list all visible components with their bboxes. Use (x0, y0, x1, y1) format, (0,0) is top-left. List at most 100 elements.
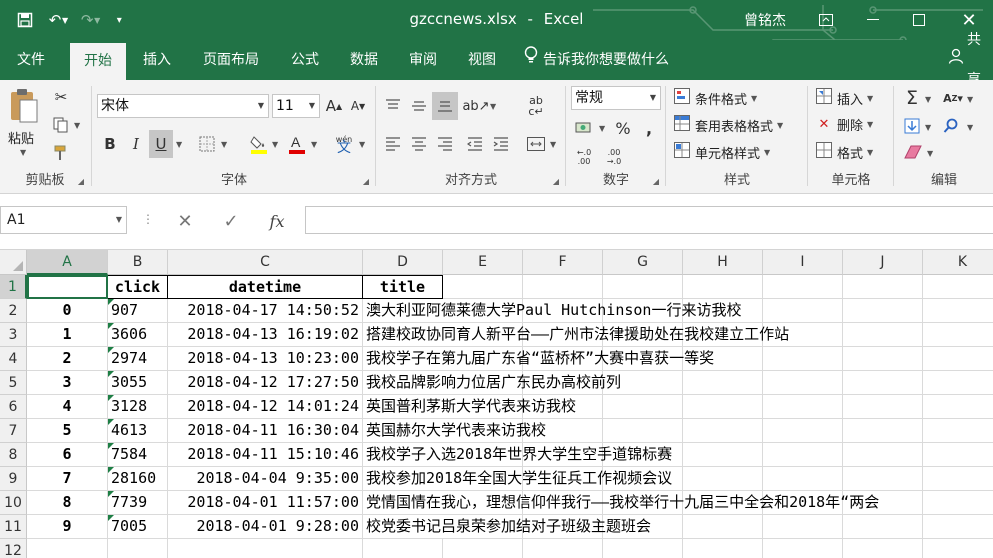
underline-button[interactable]: U (149, 130, 173, 158)
cell-click[interactable]: 7739 (108, 491, 168, 515)
cell-datetime[interactable]: 2018-04-12 14:01:24 (168, 395, 363, 419)
cell-click[interactable]: 2974 (108, 347, 168, 371)
grid-cell[interactable] (923, 323, 993, 347)
cell-styles-button[interactable]: 单元格样式 ▼ (673, 142, 770, 162)
align-left-icon[interactable] (381, 132, 405, 156)
grid-cell[interactable] (763, 275, 843, 299)
font-size-select[interactable]: 11 ▼ (272, 94, 320, 118)
grid-cell[interactable] (923, 515, 993, 539)
align-center-icon[interactable] (407, 132, 431, 156)
grid-cell[interactable] (763, 371, 843, 395)
grid-cell[interactable] (923, 467, 993, 491)
cell-index[interactable]: 4 (27, 395, 108, 419)
orientation-icon[interactable]: ab↗ (462, 94, 489, 118)
grid-cell[interactable] (843, 539, 923, 558)
grid-cell[interactable] (843, 515, 923, 539)
cell-click[interactable]: 907 (108, 299, 168, 323)
grid-cell[interactable] (683, 371, 763, 395)
row-header-4[interactable]: 4 (0, 347, 27, 371)
ribbon-display-options-icon[interactable] (803, 0, 849, 40)
cell-datetime[interactable]: 2018-04-01 9:28:00 (168, 515, 363, 539)
tab-file[interactable]: 文件 (4, 40, 58, 80)
grid-cell[interactable] (843, 419, 923, 443)
user-name[interactable]: 曾铭杰 (744, 10, 786, 30)
column-header-f[interactable]: F (523, 250, 603, 275)
cell-index[interactable]: 2 (27, 347, 108, 371)
cell-datetime[interactable]: 2018-04-13 10:23:00 (168, 347, 363, 371)
cell-title[interactable]: 党情国情在我心，理想信仰伴我行——我校举行十九届三中全会和2018年“两会 (363, 491, 879, 515)
align-bottom-icon[interactable] (432, 92, 458, 120)
cell-datetime[interactable]: 2018-04-11 16:30:04 (168, 419, 363, 443)
number-launcher-icon[interactable]: ◢ (653, 177, 659, 186)
cell-index[interactable]: 0 (27, 299, 108, 323)
grid-cell[interactable] (763, 515, 843, 539)
column-header-k[interactable]: K (923, 250, 993, 275)
grid-cell[interactable] (923, 299, 993, 323)
row-header-2[interactable]: 2 (0, 299, 27, 323)
cell-title[interactable]: 搭建校政协同育人新平台——广州市法律援助处在我校建立工作站 (363, 323, 789, 347)
grid-cell[interactable] (763, 467, 843, 491)
grid-cell[interactable] (923, 371, 993, 395)
cut-icon[interactable]: ✂ (50, 86, 72, 108)
italic-button[interactable]: I (125, 132, 147, 156)
cell-click[interactable]: 3055 (108, 371, 168, 395)
grid-cell[interactable] (923, 275, 993, 299)
tab-data[interactable]: 数据 (338, 40, 390, 80)
grid-cell[interactable] (523, 275, 603, 299)
grid-cell[interactable] (763, 395, 843, 419)
accounting-format-icon[interactable] (571, 116, 597, 140)
grid-cell[interactable] (843, 347, 923, 371)
format-as-table-button[interactable]: 套用表格格式 ▼ (673, 115, 783, 135)
cell-datetime[interactable]: 2018-04-11 15:10:46 (168, 443, 363, 467)
cell-title[interactable]: 我校学子在第九届广东省“蓝桥杯”大赛中喜获一等奖 (363, 347, 714, 371)
grid-cell[interactable] (683, 467, 763, 491)
formula-bar-grip-icon[interactable]: ⋮ (142, 212, 154, 226)
align-middle-icon[interactable] (407, 94, 431, 118)
clear-icon[interactable] (901, 140, 925, 164)
find-select-icon[interactable] (939, 114, 963, 138)
clipboard-launcher-icon[interactable]: ◢ (78, 177, 84, 186)
column-header-b[interactable]: B (108, 250, 168, 275)
font-launcher-icon[interactable]: ◢ (363, 177, 369, 186)
number-format-dropdown-icon[interactable]: ▼ (646, 87, 660, 109)
cell-title[interactable]: 英国赫尔大学代表来访我校 (363, 419, 546, 443)
decrease-font-size-icon[interactable]: A ▼ (347, 94, 369, 118)
comma-style-icon[interactable]: , (639, 116, 659, 140)
grid-cell[interactable] (683, 539, 763, 558)
tab-review[interactable]: 审阅 (397, 40, 449, 80)
row-header-3[interactable]: 3 (0, 323, 27, 347)
minimize-icon[interactable] (850, 0, 896, 40)
cell-datetime[interactable]: 2018-04-01 11:57:00 (168, 491, 363, 515)
underline-dropdown-icon[interactable]: ▼ (176, 140, 182, 149)
borders-dropdown-icon[interactable]: ▼ (221, 140, 227, 149)
borders-icon[interactable] (195, 132, 219, 156)
cell-click[interactable]: 3128 (108, 395, 168, 419)
cell-datetime[interactable]: 2018-04-12 17:27:50 (168, 371, 363, 395)
column-header-a[interactable]: A (27, 250, 108, 275)
grid-cell[interactable] (923, 491, 993, 515)
name-box-dropdown-icon[interactable]: ▼ (116, 207, 122, 233)
font-name-select[interactable]: 宋体 ▼ (97, 94, 269, 118)
maximize-icon[interactable] (896, 0, 942, 40)
cell-click[interactable]: 7584 (108, 443, 168, 467)
grid-cell[interactable] (843, 323, 923, 347)
tab-page-layout[interactable]: 页面布局 (190, 40, 272, 80)
cell-a1[interactable] (27, 275, 108, 299)
phonetic-guide-button[interactable]: wén 文 (331, 130, 357, 158)
cell-title[interactable]: 我校参加2018年全国大学生征兵工作视频会议 (363, 467, 672, 491)
fill-color-icon[interactable] (247, 130, 271, 158)
grid-cell[interactable] (763, 299, 843, 323)
accounting-dropdown-icon[interactable]: ▼ (599, 124, 605, 133)
grid-cell[interactable] (923, 419, 993, 443)
cell-header-click[interactable]: click (108, 275, 168, 299)
grid-cell[interactable] (683, 275, 763, 299)
cell-index[interactable]: 1 (27, 323, 108, 347)
cell-index[interactable]: 5 (27, 419, 108, 443)
grid-cell[interactable] (683, 515, 763, 539)
tab-formulas[interactable]: 公式 (280, 40, 330, 80)
insert-cells-button[interactable]: 插入 ▼ (815, 88, 873, 108)
grid-cell[interactable] (763, 539, 843, 558)
format-painter-icon[interactable] (50, 142, 72, 164)
paste-dropdown-icon[interactable]: ▼ (20, 148, 26, 157)
cell-click[interactable]: 4613 (108, 419, 168, 443)
